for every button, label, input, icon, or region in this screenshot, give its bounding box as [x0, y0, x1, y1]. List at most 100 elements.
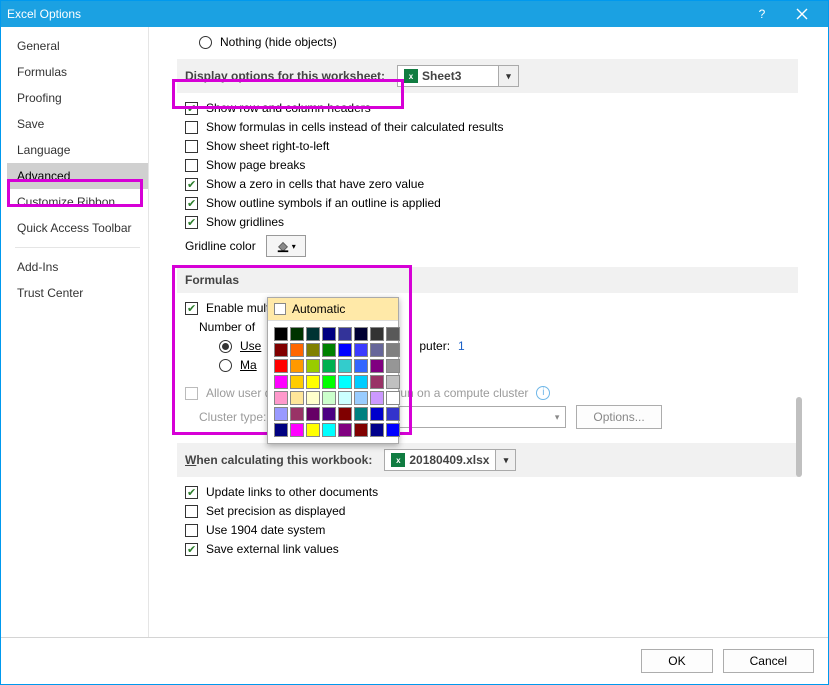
color-automatic-row[interactable]: Automatic	[268, 298, 398, 321]
sidebar-item-save[interactable]: Save	[7, 111, 148, 137]
color-swatch[interactable]	[354, 423, 368, 437]
color-swatch[interactable]	[370, 391, 384, 405]
color-swatch[interactable]	[290, 423, 304, 437]
checkbox-ws-opt-1[interactable]	[185, 121, 198, 134]
color-swatch[interactable]	[370, 359, 384, 373]
sidebar-item-quick-access[interactable]: Quick Access Toolbar	[7, 215, 148, 241]
color-swatch[interactable]	[306, 375, 320, 389]
checkbox-enable-multi[interactable]	[185, 302, 198, 315]
sidebar-item-language[interactable]: Language	[7, 137, 148, 163]
color-swatch[interactable]	[274, 343, 288, 357]
paint-bucket-icon	[276, 239, 290, 253]
color-swatch[interactable]	[274, 407, 288, 421]
sidebar-item-formulas[interactable]: Formulas	[7, 59, 148, 85]
checkbox-wb-opt-1[interactable]	[185, 505, 198, 518]
color-swatch[interactable]	[386, 423, 400, 437]
color-swatch[interactable]	[354, 359, 368, 373]
color-swatch[interactable]	[322, 343, 336, 357]
checkbox-ws-opt-5[interactable]	[185, 197, 198, 210]
workbook-calc-header: When calculating this workbook: x2018040…	[177, 443, 798, 477]
cancel-button[interactable]: Cancel	[723, 649, 814, 673]
color-swatch[interactable]	[306, 391, 320, 405]
color-swatch[interactable]	[290, 391, 304, 405]
color-swatch[interactable]	[338, 343, 352, 357]
gridline-color-button[interactable]: ▾	[266, 235, 306, 257]
color-swatch[interactable]	[386, 407, 400, 421]
color-swatch[interactable]	[290, 343, 304, 357]
color-swatch[interactable]	[290, 327, 304, 341]
radio-use-all[interactable]	[219, 340, 232, 353]
window-title: Excel Options	[7, 7, 742, 21]
color-swatch[interactable]	[322, 391, 336, 405]
checkbox-wb-opt-3[interactable]	[185, 543, 198, 556]
help-button[interactable]: ?	[742, 1, 782, 27]
color-swatch[interactable]	[338, 391, 352, 405]
radio-nothing[interactable]	[199, 36, 212, 49]
sidebar-item-trust-center[interactable]: Trust Center	[7, 280, 148, 306]
ok-button[interactable]: OK	[641, 649, 712, 673]
color-swatch[interactable]	[322, 423, 336, 437]
sidebar-item-advanced[interactable]: Advanced	[7, 163, 148, 189]
color-swatch[interactable]	[290, 375, 304, 389]
color-swatch[interactable]	[338, 375, 352, 389]
content-panel: Nothing (hide objects) Display options f…	[149, 27, 828, 637]
checkbox-ws-opt-2[interactable]	[185, 140, 198, 153]
checkbox-wb-opt-2[interactable]	[185, 524, 198, 537]
scrollbar-thumb[interactable]	[796, 397, 802, 477]
color-swatch[interactable]	[322, 375, 336, 389]
color-swatch[interactable]	[306, 327, 320, 341]
color-swatch[interactable]	[338, 423, 352, 437]
color-swatch[interactable]	[306, 407, 320, 421]
color-swatch[interactable]	[370, 407, 384, 421]
color-swatch[interactable]	[354, 327, 368, 341]
color-swatch[interactable]	[386, 343, 400, 357]
chevron-down-icon[interactable]: ▾	[498, 66, 518, 86]
color-swatch[interactable]	[274, 327, 288, 341]
color-swatch[interactable]	[338, 359, 352, 373]
color-swatch[interactable]	[306, 343, 320, 357]
sidebar-item-addins[interactable]: Add-Ins	[7, 254, 148, 280]
color-swatch[interactable]	[290, 359, 304, 373]
color-swatch[interactable]	[306, 423, 320, 437]
color-swatch[interactable]	[322, 327, 336, 341]
color-swatch[interactable]	[386, 359, 400, 373]
checkbox-ws-opt-4[interactable]	[185, 178, 198, 191]
checkbox-ws-opt-6[interactable]	[185, 216, 198, 229]
checkbox-wb-opt-0[interactable]	[185, 486, 198, 499]
sidebar-item-customize-ribbon[interactable]: Customize Ribbon	[7, 189, 148, 215]
checkbox-ws-opt-3[interactable]	[185, 159, 198, 172]
color-swatch[interactable]	[386, 375, 400, 389]
color-swatch[interactable]	[322, 359, 336, 373]
close-button[interactable]	[782, 1, 822, 27]
color-swatch[interactable]	[290, 407, 304, 421]
manual-label: Ma	[240, 358, 257, 372]
worksheet-dropdown[interactable]: xSheet3 ▾	[397, 65, 519, 87]
color-swatch[interactable]	[354, 391, 368, 405]
chevron-down-icon[interactable]: ▾	[495, 450, 515, 470]
info-icon[interactable]: i	[536, 386, 550, 400]
sidebar-item-proofing[interactable]: Proofing	[7, 85, 148, 111]
color-swatch[interactable]	[370, 343, 384, 357]
color-swatch[interactable]	[338, 327, 352, 341]
color-swatch[interactable]	[322, 407, 336, 421]
workbook-dropdown-value: 20180409.xlsx	[409, 453, 489, 467]
color-swatch[interactable]	[354, 343, 368, 357]
color-swatch[interactable]	[354, 375, 368, 389]
color-swatch[interactable]	[274, 359, 288, 373]
color-swatch[interactable]	[338, 407, 352, 421]
excel-file-icon: x	[391, 453, 405, 467]
color-swatch[interactable]	[354, 407, 368, 421]
color-swatch[interactable]	[274, 391, 288, 405]
workbook-dropdown[interactable]: x 20180409.xlsx ▾	[384, 449, 516, 471]
sidebar-item-general[interactable]: General	[7, 33, 148, 59]
color-swatch[interactable]	[386, 391, 400, 405]
color-swatch[interactable]	[370, 327, 384, 341]
checkbox-ws-opt-0[interactable]	[185, 102, 198, 115]
color-swatch[interactable]	[386, 327, 400, 341]
color-swatch[interactable]	[274, 375, 288, 389]
color-swatch[interactable]	[370, 423, 384, 437]
radio-manual[interactable]	[219, 359, 232, 372]
color-swatch[interactable]	[274, 423, 288, 437]
color-swatch[interactable]	[370, 375, 384, 389]
color-swatch[interactable]	[306, 359, 320, 373]
